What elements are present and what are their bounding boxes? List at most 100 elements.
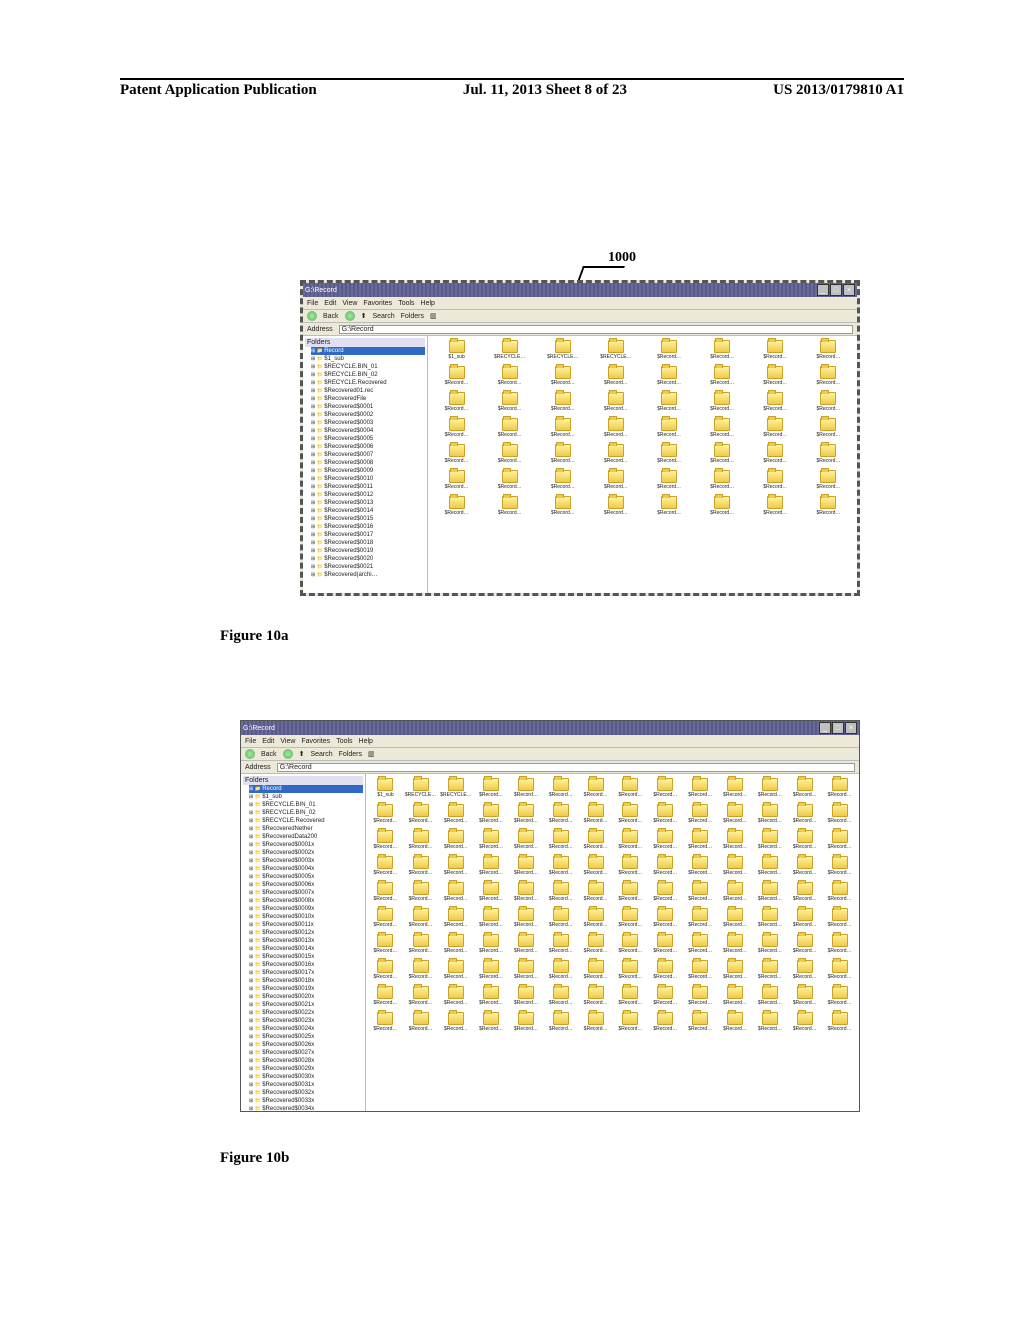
folder-item[interactable]: $Record… — [754, 856, 785, 880]
folder-item[interactable]: $Record… — [511, 986, 542, 1010]
folder-item[interactable]: $Record… — [370, 830, 401, 854]
folder-item[interactable]: $Record… — [370, 804, 401, 828]
folder-item[interactable]: $Record… — [720, 882, 751, 906]
folder-item[interactable]: $Record… — [476, 778, 507, 802]
folder-item[interactable]: $Record… — [440, 960, 471, 984]
tree-item[interactable]: $RECYCLE.Recovered — [249, 817, 363, 825]
tree-item[interactable]: $Recovered(archi… — [311, 571, 425, 579]
folder-item[interactable]: $Record… — [485, 496, 534, 520]
folder-item[interactable]: $Record… — [485, 444, 534, 468]
folder-item[interactable]: $Record… — [538, 496, 587, 520]
tree-item[interactable]: $Recovered$0023x — [249, 1017, 363, 1025]
folder-item[interactable]: $Record… — [440, 830, 471, 854]
folder-item[interactable]: $Record… — [485, 392, 534, 416]
folder-item[interactable]: $Record… — [650, 804, 681, 828]
folder-item[interactable]: $Record… — [545, 934, 576, 958]
tree-item[interactable]: $Recovered$0016 — [311, 523, 425, 531]
folder-item[interactable]: $Record… — [440, 804, 471, 828]
folder-item[interactable]: $Record… — [580, 830, 611, 854]
toolbar[interactable]: Back ⬆ Search Folders ▥ — [241, 748, 859, 761]
folder-item[interactable]: $Record… — [754, 882, 785, 906]
folder-item[interactable]: $Record… — [698, 470, 747, 494]
folder-item[interactable]: $Record… — [804, 392, 853, 416]
menu-view[interactable]: View — [342, 300, 357, 307]
folder-item[interactable]: $Record… — [804, 366, 853, 390]
tree-item[interactable]: $Recovered$0008x — [249, 897, 363, 905]
folder-item[interactable]: $Record… — [432, 470, 481, 494]
folder-item[interactable]: $Record… — [432, 392, 481, 416]
folder-item[interactable]: $Record… — [440, 934, 471, 958]
address-bar[interactable]: Address G:\Record — [303, 323, 857, 336]
tree-item[interactable]: $Recovered$0003 — [311, 419, 425, 427]
menu-view[interactable]: View — [280, 738, 295, 745]
folder-item[interactable]: $Record… — [432, 496, 481, 520]
folder-item[interactable]: $Record… — [754, 908, 785, 932]
menu-favorites[interactable]: Favorites — [301, 738, 330, 745]
folder-item[interactable]: $Record… — [405, 882, 436, 906]
folder-item[interactable]: $Record… — [615, 960, 646, 984]
folder-item[interactable]: $Record… — [591, 444, 640, 468]
folder-item[interactable]: $Record… — [650, 960, 681, 984]
folder-item[interactable]: $Record… — [476, 804, 507, 828]
folder-item[interactable]: $Record… — [545, 960, 576, 984]
tree-item[interactable]: $Recovered$0028x — [249, 1057, 363, 1065]
folder-item[interactable]: $Record… — [751, 418, 800, 442]
folder-item[interactable]: $Record… — [685, 960, 716, 984]
folder-item[interactable]: $Record… — [685, 934, 716, 958]
folder-item[interactable]: $Record… — [591, 366, 640, 390]
tree-item[interactable]: $Recovered$0007x — [249, 889, 363, 897]
folder-item[interactable]: $Record… — [440, 908, 471, 932]
folder-item[interactable]: $Record… — [789, 1012, 820, 1036]
back-label[interactable]: Back — [323, 313, 339, 320]
tree-item[interactable]: $Recovered$0020 — [311, 555, 425, 563]
maximize-button[interactable]: □ — [832, 722, 844, 734]
folder-item[interactable]: $Record… — [538, 418, 587, 442]
tree-item[interactable]: $RECYCLE.BIN_02 — [249, 809, 363, 817]
title-bar[interactable]: G:\Record _ □ × — [241, 721, 859, 735]
folder-item[interactable]: $Record… — [645, 470, 694, 494]
folder-item[interactable]: $Record… — [615, 934, 646, 958]
menu-edit[interactable]: Edit — [262, 738, 274, 745]
folder-item[interactable]: $Record… — [511, 1012, 542, 1036]
folder-item[interactable]: $Record… — [485, 470, 534, 494]
folder-item[interactable]: $Record… — [789, 830, 820, 854]
close-button[interactable]: × — [845, 722, 857, 734]
back-icon[interactable] — [307, 311, 317, 321]
folder-item[interactable]: $Record… — [545, 830, 576, 854]
tree-item[interactable]: $Recovered$0012 — [311, 491, 425, 499]
folder-item[interactable]: $RECYCLE… — [591, 340, 640, 364]
folder-item[interactable]: $Record… — [580, 882, 611, 906]
tree-item[interactable]: $Recovered$0009 — [311, 467, 425, 475]
folder-item[interactable]: $Record… — [511, 778, 542, 802]
views-icon[interactable]: ▥ — [368, 750, 375, 758]
folder-item[interactable]: $Record… — [370, 960, 401, 984]
up-icon[interactable]: ⬆ — [361, 312, 367, 320]
folder-item[interactable]: $Record… — [824, 856, 855, 880]
toolbar[interactable]: Back ⬆ Search Folders ▥ — [303, 310, 857, 323]
folder-item[interactable]: $Record… — [440, 986, 471, 1010]
folder-item[interactable]: $Record… — [545, 804, 576, 828]
folder-item[interactable]: $Record… — [485, 366, 534, 390]
tree-item[interactable]: $Recovered$0016x — [249, 961, 363, 969]
folder-item[interactable]: $Record… — [615, 908, 646, 932]
folder-item[interactable]: $Record… — [645, 340, 694, 364]
folder-item[interactable]: $Record… — [685, 882, 716, 906]
folder-item[interactable]: $Record… — [538, 470, 587, 494]
folder-item[interactable]: $Record… — [511, 908, 542, 932]
folder-item[interactable]: $Record… — [645, 496, 694, 520]
folder-item[interactable]: $Record… — [789, 934, 820, 958]
folder-item[interactable]: $Record… — [720, 1012, 751, 1036]
tree-item[interactable]: $Recovered$0017x — [249, 969, 363, 977]
folder-item[interactable]: $Record… — [685, 830, 716, 854]
folder-item[interactable]: $Record… — [698, 444, 747, 468]
folder-item[interactable]: $Record… — [685, 856, 716, 880]
folder-item[interactable]: $Record… — [685, 986, 716, 1010]
tree-list[interactable]: Record$1_sub$RECYCLE.BIN_01$RECYCLE.BIN_… — [243, 785, 363, 1112]
folder-item[interactable]: $Record… — [824, 1012, 855, 1036]
tree-item[interactable]: Record — [311, 347, 425, 355]
folder-item[interactable]: $Record… — [804, 496, 853, 520]
tree-item[interactable]: $Recovered$0001x — [249, 841, 363, 849]
folder-item[interactable]: $Record… — [685, 908, 716, 932]
address-value[interactable]: G:\Record — [339, 325, 853, 334]
folder-item[interactable]: $Record… — [405, 830, 436, 854]
